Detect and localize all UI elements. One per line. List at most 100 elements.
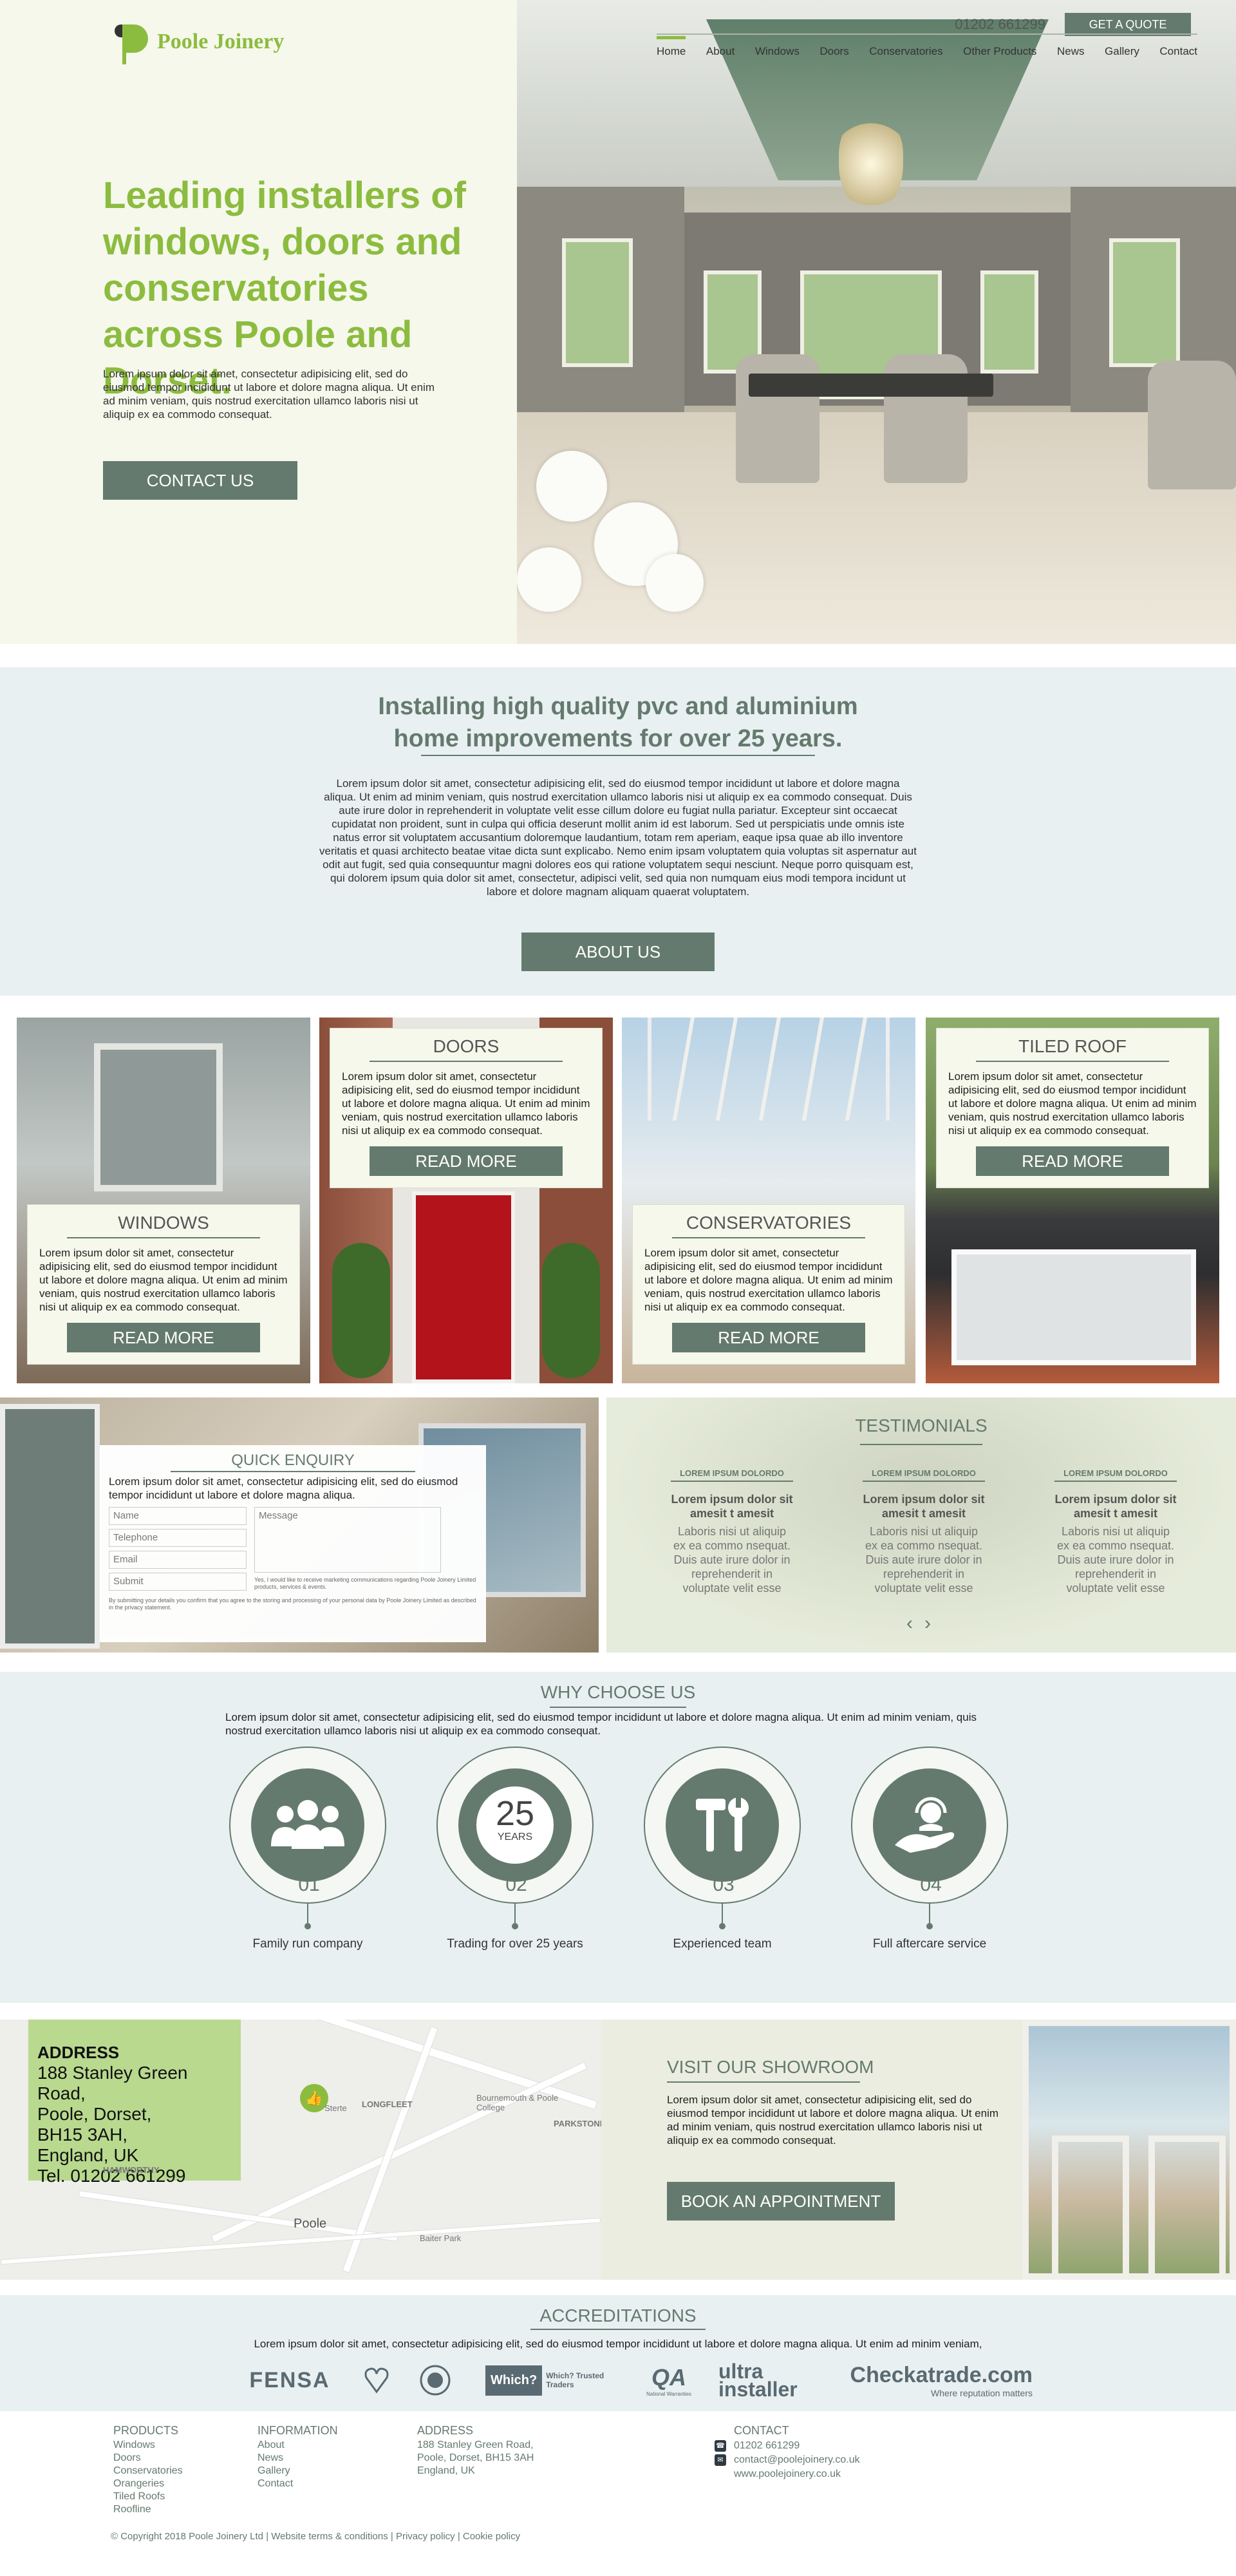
hero-image [517,0,1236,644]
footer-heading: PRODUCTS [113,2424,179,2437]
why-item: 04 Full aftercare service [851,1747,1008,1951]
window-frame [1052,2136,1129,2280]
copyright-bar[interactable]: © Copyright 2018 Poole Joinery Ltd | Web… [111,2531,520,2542]
book-appointment-button[interactable]: BOOK AN APPOINTMENT [667,2182,895,2221]
footer-link[interactable]: Contact [258,2477,338,2490]
hero-section: Poole Joinery Leading installers of wind… [0,0,1236,644]
conservatory-windows [951,1249,1196,1365]
hero-text: Lorem ipsum dolor sit amet, consectetur … [103,368,435,421]
which-logo-text: Which? Trusted Traders [546,2371,604,2389]
map-road [78,2190,398,2242]
product-doors[interactable]: DOORS Lorem ipsum dolor sit amet, consec… [319,1018,613,1383]
why-number: 03 [713,1874,735,1895]
next-arrow-icon[interactable]: › [924,1613,931,1634]
intro-title: Installing high quality pvc and aluminiu… [378,693,858,752]
header-phone[interactable]: 01202 661299 [955,16,1045,33]
intro-text: Lorem ipsum dolor sit amet, consectetur … [319,777,917,898]
phone-icon: ☎ [715,2440,726,2452]
read-more-button[interactable]: READ MORE [370,1146,563,1176]
footer-link[interactable]: Orangeries [113,2477,183,2490]
footer-email[interactable]: contact@poolejoinery.co.uk [734,2453,860,2467]
address-line: BH15 3AH, [37,2125,128,2145]
showroom-section: VISIT OUR SHOWROOM Lorem ipsum dolor sit… [601,2020,1236,2280]
armchair [1148,361,1236,489]
dormer-window [94,1043,223,1191]
map-label: Bournemouth & Poole College [476,2093,559,2112]
qa-logo-subtext: National Warranties [646,2391,691,2397]
contact-us-button[interactable]: CONTACT US [103,461,297,500]
why-label: Experienced team [673,1937,772,1951]
footer-link[interactable]: About [258,2439,338,2452]
read-more-button[interactable]: READ MORE [67,1323,260,1352]
accreditations-text: Lorem ipsum dolor sit amet, consectetur … [254,2338,982,2350]
testimonial-heading: LOREM IPSUM DOLORDO [1054,1468,1177,1482]
testimonial-text: Laboris nisi ut aliquip ex ea commo nseq… [865,1525,983,1595]
lily-flower [517,547,581,612]
nav-other-products[interactable]: Other Products [963,39,1036,58]
product-conservatories[interactable]: CONSERVATORIES Lorem ipsum dolor sit ame… [622,1018,915,1383]
quick-enquiry-section: QUICK ENQUIRY Lorem ipsum dolor sit amet… [0,1397,599,1653]
read-more-button[interactable]: READ MORE [976,1146,1169,1176]
nav-news[interactable]: News [1057,39,1085,58]
testimonial-heading: LOREM IPSUM DOLORDO [863,1468,985,1482]
get-a-quote-button[interactable]: GET A QUOTE [1065,13,1191,36]
product-tiled-roof[interactable]: TILED ROOF Lorem ipsum dolor sit amet, c… [926,1018,1219,1383]
checkatrade-tagline: Where reputation matters [931,2387,1033,2398]
map-label: PARKSTONE [554,2119,601,2128]
email-field[interactable]: Email [109,1551,247,1569]
about-us-button[interactable]: ABOUT US [521,933,715,971]
product-title: CONSERVATORIES [686,1213,852,1233]
testimonials-section: TESTIMONIALS LOREM IPSUM DOLORDO Lorem i… [606,1397,1236,1653]
footer-link[interactable]: Conservatories [113,2465,183,2477]
window-frame [1148,2136,1226,2280]
submit-button[interactable]: Submit [109,1573,247,1591]
header-top: 01202 661299 GET A QUOTE [955,13,1191,36]
testimonial-item: LOREM IPSUM DOLORDO Lorem ipsum dolor si… [1054,1468,1177,1595]
read-more-button[interactable]: READ MORE [672,1323,865,1352]
red-front-door [412,1191,515,1383]
name-field[interactable]: Name [109,1507,247,1525]
nav-conservatories[interactable]: Conservatories [869,39,942,58]
testimonial-item: LOREM IPSUM DOLORDO Lorem ipsum dolor si… [671,1468,793,1595]
nav-gallery[interactable]: Gallery [1105,39,1139,58]
footer-heading: CONTACT [734,2424,789,2437]
footer-website[interactable]: www.poolejoinery.co.uk [734,2467,841,2481]
marketing-consent-checkbox[interactable]: Yes, I would like to receive marketing c… [254,1577,477,1591]
crest-badge-icon [417,2360,453,2401]
address-box: ADDRESS 188 Stanley Green Road, Poole, D… [28,2020,241,2186]
email-icon: ✉ [715,2454,726,2466]
room-window [1109,238,1180,367]
testimonial-bold: Lorem ipsum dolor sit amesit t amesit [671,1493,793,1520]
nav-about[interactable]: About [706,39,735,58]
intro-section: Installing high quality pvc and aluminiu… [0,667,1236,996]
prev-arrow-icon[interactable]: ‹ [906,1613,913,1634]
footer-link[interactable]: Windows [113,2439,183,2452]
product-windows[interactable]: WINDOWS Lorem ipsum dolor sit amet, cons… [17,1018,310,1383]
footer-address: ADDRESS 188 Stanley Green Road, Poole, D… [417,2424,534,2477]
nav-contact[interactable]: Contact [1159,39,1197,58]
why-item: 01 Family run company [229,1747,386,1951]
map-section[interactable]: ADDRESS 188 Stanley Green Road, Poole, D… [0,2020,601,2280]
footer-link[interactable]: Tiled Roofs [113,2490,183,2503]
footer-heading: ADDRESS [417,2424,474,2437]
nav-windows[interactable]: Windows [755,39,800,58]
topiary-tree [332,1243,390,1378]
chandelier [839,116,903,213]
nav-home[interactable]: Home [657,36,686,58]
map-label: Baiter Park [420,2233,462,2243]
footer-phone[interactable]: 01202 661299 [734,2439,800,2453]
message-field[interactable]: Message [254,1507,441,1573]
footer-link[interactable]: Doors [113,2452,183,2465]
privacy-notice: By submitting your details you confirm t… [109,1597,476,1611]
telephone-field[interactable]: Telephone [109,1529,247,1547]
product-text: Lorem ipsum dolor sit amet, consectetur … [39,1247,288,1313]
footer-link[interactable]: Gallery [258,2465,338,2477]
enquiry-title: QUICK ENQUIRY [231,1452,355,1469]
logo[interactable]: Poole Joinery [113,19,284,64]
testimonials-title: TESTIMONIALS [855,1416,988,1435]
footer-link[interactable]: News [258,2452,338,2465]
why-item: 03 Experienced team [644,1747,801,1951]
footer-link[interactable]: Roofline [113,2503,183,2516]
footer-products: PRODUCTS Windows Doors Conservatories Or… [113,2424,183,2516]
nav-doors[interactable]: Doors [819,39,848,58]
